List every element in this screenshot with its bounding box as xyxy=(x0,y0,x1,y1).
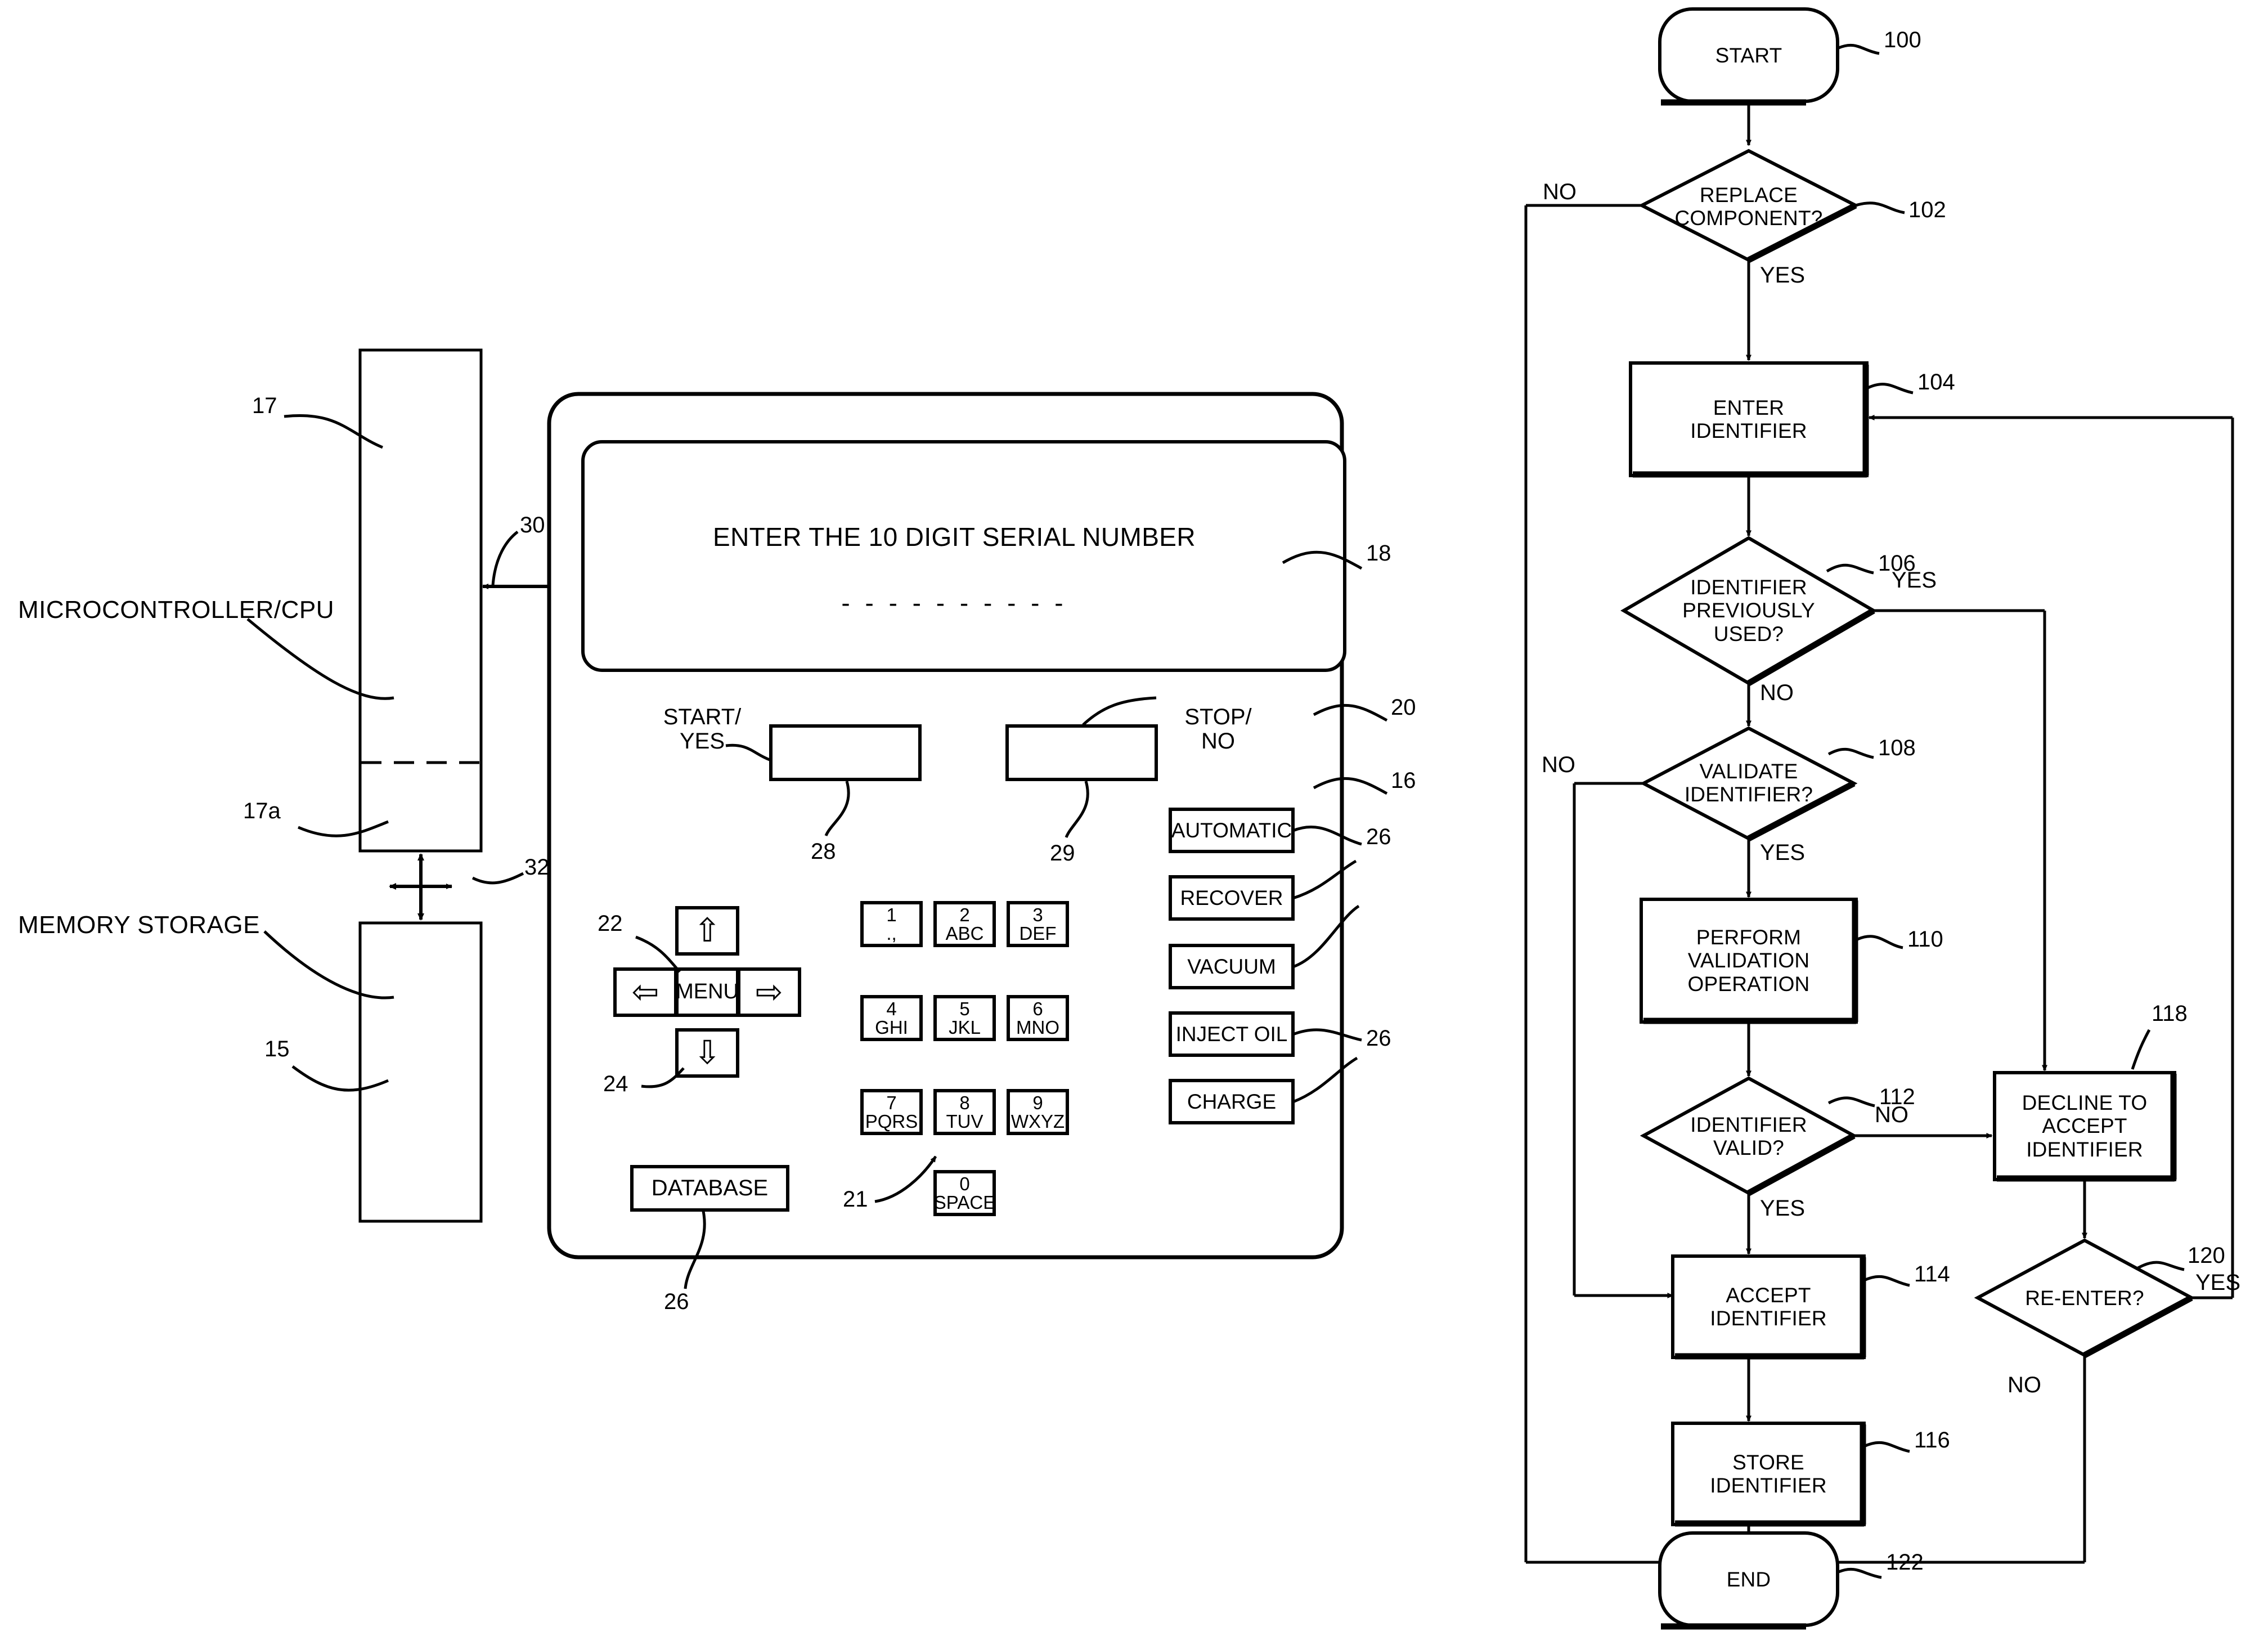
keypad-digit: 1 xyxy=(886,904,897,925)
keypad-letters: TUV xyxy=(946,1111,983,1132)
flow-node-perform-validation-operation: PERFORM VALIDATION OPERATION xyxy=(1687,925,1810,996)
keypad-letters: DEF xyxy=(1019,923,1057,944)
start-yes-label: START/ YES xyxy=(663,705,742,754)
display-prompt: ENTER THE 10 DIGIT SERIAL NUMBER xyxy=(712,522,1196,552)
diagram-linework xyxy=(246,7,2234,1630)
ref-16: 16 xyxy=(1391,768,1416,793)
branch-label-120-yes: YES xyxy=(2195,1270,2241,1295)
stop-yes-label: STOP/ NO xyxy=(1184,705,1252,754)
keypad-letters: GHI xyxy=(875,1017,908,1038)
branch-label-102-yes: YES xyxy=(1760,263,1806,288)
keypad-digit: 5 xyxy=(959,998,970,1019)
start-yes-key[interactable] xyxy=(771,726,920,779)
stop-no-key[interactable] xyxy=(1007,726,1156,779)
ref-116: 116 xyxy=(1914,1428,1950,1453)
keypad-key-6[interactable]: 6 MNO xyxy=(1008,997,1067,1039)
ref-122: 122 xyxy=(1886,1550,1924,1575)
function-key-charge[interactable]: CHARGE xyxy=(1170,1081,1293,1123)
flow-node-identifier-previously-used: IDENTIFIER PREVIOUSLY USED? xyxy=(1682,575,1815,646)
keypad-key-8[interactable]: 8 TUV xyxy=(935,1091,994,1133)
ref-21: 21 xyxy=(843,1187,868,1212)
ref-26-lower: 26 xyxy=(1366,1026,1391,1051)
ref-30: 30 xyxy=(520,513,545,537)
keypad-digit: 2 xyxy=(959,904,970,925)
ref-22: 22 xyxy=(598,911,623,936)
ref-15: 15 xyxy=(264,1037,290,1061)
keypad-letters: JKL xyxy=(949,1017,981,1038)
up-arrow-key[interactable]: ⇧ xyxy=(677,908,738,954)
keypad-letters: SPACE xyxy=(933,1192,996,1213)
flow-node-accept-identifier: ACCEPT IDENTIFIER xyxy=(1710,1283,1827,1330)
ref-104: 104 xyxy=(1917,370,1955,395)
database-key[interactable]: DATABASE xyxy=(632,1167,788,1210)
flow-node-validate-identifier: VALIDATE IDENTIFIER? xyxy=(1684,759,1813,806)
keypad-digit: 7 xyxy=(886,1092,897,1113)
ref-17: 17 xyxy=(252,393,277,418)
ref-110: 110 xyxy=(1907,927,1943,952)
keypad-key-1[interactable]: 1 ., xyxy=(862,903,921,945)
ref-26-upper: 26 xyxy=(1366,824,1391,849)
branch-label-112-yes: YES xyxy=(1760,1196,1806,1221)
function-key-automatic[interactable]: AUTOMATIC xyxy=(1170,809,1293,851)
keypad-key-7[interactable]: 7 PQRS xyxy=(862,1091,921,1133)
function-key-vacuum[interactable]: VACUUM xyxy=(1170,945,1293,988)
keypad-key-5[interactable]: 5 JKL xyxy=(935,997,994,1039)
flow-node-start: START xyxy=(1715,44,1782,68)
ref-100: 100 xyxy=(1884,28,1921,52)
flow-node-replace-component: REPLACE COMPONENT? xyxy=(1674,183,1823,230)
keypad-key-2[interactable]: 2 ABC xyxy=(935,903,994,945)
ref-114: 114 xyxy=(1914,1262,1950,1287)
flow-node-identifier-valid: IDENTIFIER VALID? xyxy=(1690,1113,1807,1159)
keypad-key-0[interactable]: 0 SPACE xyxy=(933,1172,996,1214)
function-key-inject-oil[interactable]: INJECT OIL xyxy=(1170,1013,1293,1055)
ref-108: 108 xyxy=(1878,736,1916,760)
ref-29: 29 xyxy=(1050,841,1075,866)
branch-label-106-yes: YES xyxy=(1892,568,1937,593)
right-arrow-key[interactable]: ⇨ xyxy=(739,969,800,1015)
branch-label-102-no: NO xyxy=(1543,180,1577,204)
branch-label-108-yes: YES xyxy=(1760,840,1806,865)
ref-17a: 17a xyxy=(243,799,281,823)
flow-node-end: END xyxy=(1726,1568,1771,1592)
ref-120: 120 xyxy=(2188,1243,2225,1268)
flow-node-enter-identifier: ENTER IDENTIFIER xyxy=(1690,396,1807,442)
keypad-letters: ., xyxy=(886,923,897,944)
ref-28: 28 xyxy=(811,839,836,864)
flow-node-store-identifier: STORE IDENTIFIER xyxy=(1710,1450,1827,1497)
figure-canvas: MICROCONTROLLER/CPU 17 17a MEMORY STORAG… xyxy=(0,0,2268,1645)
branch-label-106-no: NO xyxy=(1760,680,1794,705)
keypad-letters: ABC xyxy=(945,923,984,944)
branch-label-120-no: NO xyxy=(2007,1373,2041,1397)
function-key-recover[interactable]: RECOVER xyxy=(1170,877,1293,919)
display-entry-mask: - - - - - - - - - - xyxy=(841,588,1067,618)
keypad-digit: 3 xyxy=(1032,904,1043,925)
branch-label-112-no: NO xyxy=(1875,1102,1908,1127)
left-arrow-key[interactable]: ⇦ xyxy=(615,969,676,1015)
keypad-digit: 8 xyxy=(959,1092,970,1113)
flow-node-decline-to-accept-identifier: DECLINE TO ACCEPT IDENTIFIER xyxy=(2022,1091,2148,1161)
keypad-letters: MNO xyxy=(1016,1017,1059,1038)
ref-118: 118 xyxy=(2152,1001,2188,1026)
keypad-key-9[interactable]: 9 WXYZ xyxy=(1008,1091,1067,1133)
keypad-digit: 9 xyxy=(1032,1092,1043,1113)
ref-32: 32 xyxy=(524,855,550,880)
keypad-digit: 4 xyxy=(886,998,897,1019)
keypad-letters: PQRS xyxy=(865,1111,918,1132)
keypad-key-3[interactable]: 3 DEF xyxy=(1008,903,1067,945)
down-arrow-key[interactable]: ⇩ xyxy=(677,1030,738,1076)
ref-26-database: 26 xyxy=(664,1289,689,1314)
branch-label-108-no: NO xyxy=(1542,752,1575,777)
ref-24: 24 xyxy=(603,1072,628,1096)
ref-18: 18 xyxy=(1366,541,1391,566)
keypad-digit: 0 xyxy=(959,1173,970,1194)
ref-102: 102 xyxy=(1908,198,1946,222)
flow-node-re-enter: RE-ENTER? xyxy=(2025,1287,2144,1310)
ref-20: 20 xyxy=(1391,695,1416,720)
keypad-letters: WXYZ xyxy=(1011,1111,1065,1132)
memory-storage-label: MEMORY STORAGE xyxy=(18,911,260,939)
microcontroller-cpu-label: MICROCONTROLLER/CPU xyxy=(18,596,334,624)
keypad-digit: 6 xyxy=(1032,998,1043,1019)
menu-key[interactable]: MENU xyxy=(676,969,739,1015)
keypad-key-4[interactable]: 4 GHI xyxy=(862,997,921,1039)
